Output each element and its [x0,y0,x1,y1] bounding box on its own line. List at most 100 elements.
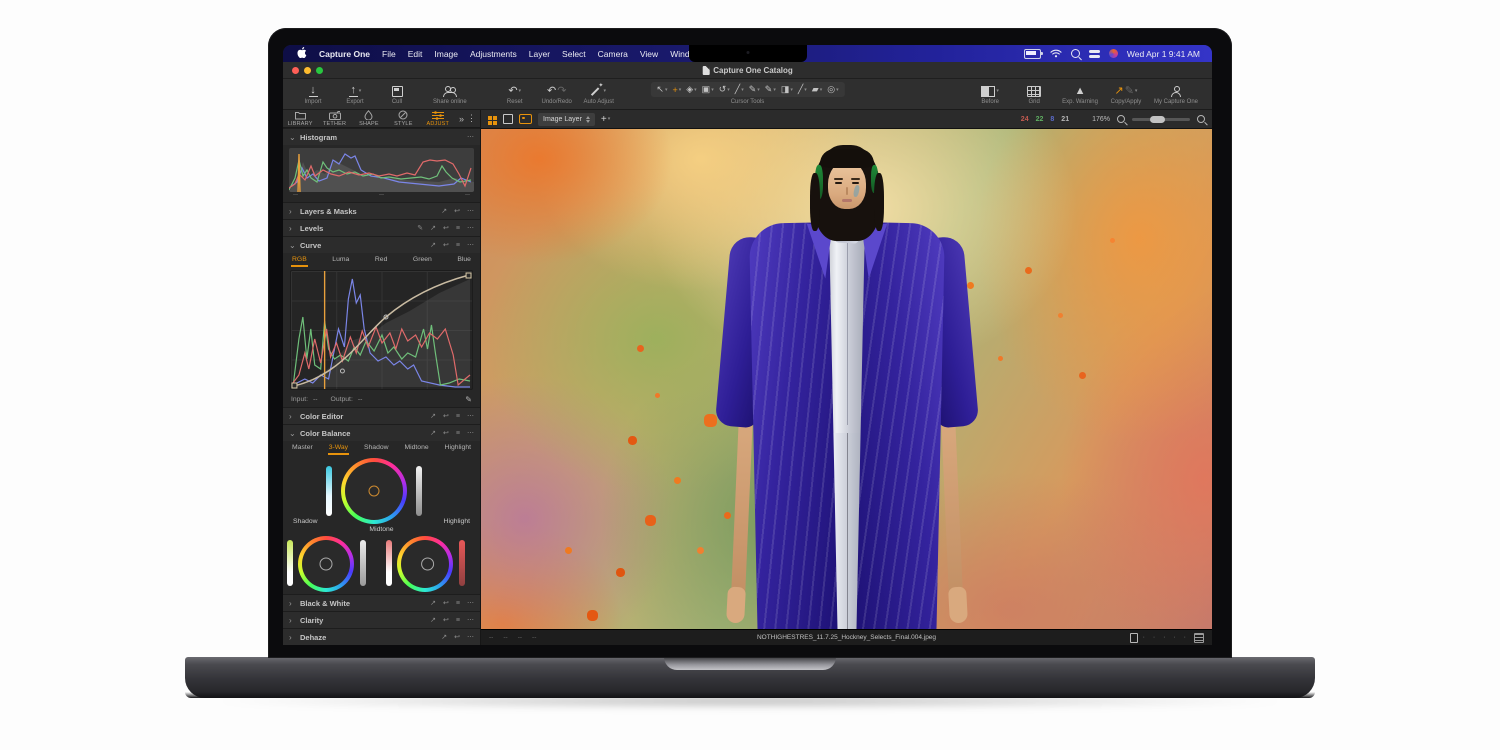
zoom-slider-thumb[interactable] [1150,116,1165,123]
control-center-icon[interactable] [1089,50,1100,58]
minimize-button[interactable] [304,67,311,74]
panel-header-color-editor[interactable]: › Color Editor ↗ ↩ ≡ ⋯ [283,407,480,424]
tab-adjust[interactable]: ADJUST [421,110,455,127]
preset-icon[interactable]: ≡ [456,617,460,624]
tool-rotate[interactable]: ↺▾ [718,83,731,96]
tab-library[interactable]: LIBRARY [283,110,317,127]
copy-icon[interactable]: ↗ [430,241,436,249]
add-layer-button[interactable]: +▾ [601,114,610,125]
tool-picker[interactable]: ✎▾ [748,83,761,96]
multi-view-icon[interactable] [488,116,492,120]
panel-header-clarity[interactable]: › Clarity ↗ ↩ ≡ ⋯ [283,611,480,628]
undo-redo-button[interactable]: ↶↷ Undo/Redo [537,79,577,109]
zoom-in-icon[interactable] [1197,115,1205,123]
grid-button[interactable]: Grid [1014,79,1054,109]
reset-icon[interactable]: ↩ [443,224,449,232]
apple-menu[interactable] [291,47,313,60]
exposure-warning-button[interactable]: ▲ Exp. Warning [1058,79,1102,109]
copy-icon[interactable]: ↗ [430,616,436,624]
menu-item-layer[interactable]: Layer [523,49,556,59]
tool-straighten[interactable]: ╱▾ [734,83,745,96]
reset-icon[interactable]: ↩ [443,616,449,624]
shadow-lightness-slider[interactable] [360,540,366,586]
panel-header-curve[interactable]: ⌄ Curve ↗ ↩ ≡ ⋯ [283,236,480,253]
copy-icon[interactable]: ↗ [430,429,436,437]
copy-icon[interactable]: ↗ [441,207,447,215]
tool-adjust[interactable]: ◈▾ [685,83,697,96]
spotlight-icon[interactable] [1071,49,1080,58]
menu-item-camera[interactable]: Camera [592,49,634,59]
more-icon[interactable]: ⋯ [467,616,474,624]
tab-style[interactable]: STYLE [386,110,420,127]
highlight-wheel-marker[interactable] [421,558,434,571]
shadow-wheel-marker[interactable] [320,558,333,571]
pager-dots[interactable]: · · · · · [1143,634,1189,641]
more-icon[interactable]: ⋯ [467,599,474,607]
reset-button[interactable]: ↶▾ Reset [495,79,535,109]
copy-apply-button[interactable]: ↗✎▾ Copy/Apply [1106,79,1146,109]
panel-header-color-balance[interactable]: ⌄ Color Balance ↗ ↩ ≡ ⋯ [283,424,480,441]
tool-gradient[interactable]: ▰▾ [811,83,823,96]
highlight-lightness-slider[interactable] [459,540,465,586]
menu-item-image[interactable]: Image [428,49,464,59]
wifi-icon[interactable] [1050,49,1062,58]
curve-tab-green[interactable]: Green [412,254,433,267]
edit-icon[interactable]: ✎ [417,224,423,232]
midtone-lightness-slider[interactable] [416,466,422,516]
before-button[interactable]: ▾ Before [970,79,1010,109]
photo-canvas[interactable] [481,129,1212,629]
panel-header-levels[interactable]: › Levels ✎ ↗ ↩ ≡ ⋯ [283,219,480,236]
reset-icon[interactable]: ↩ [454,633,460,641]
more-icon[interactable]: ⋯ [467,633,474,641]
preset-icon[interactable]: ≡ [456,242,460,249]
menu-clock[interactable]: Wed Apr 1 9:41 AM [1127,49,1200,59]
siri-icon[interactable] [1109,49,1118,58]
tool-crop[interactable]: ▣▾ [701,83,715,96]
shadow-saturation-slider[interactable] [287,540,293,586]
filmstrip-icon[interactable] [1194,633,1204,643]
cb-tab-highlight[interactable]: Highlight [444,442,472,455]
midtone-color-wheel[interactable] [341,458,407,524]
more-icon[interactable]: ⋯ [467,241,474,249]
more-icon[interactable]: ⋯ [467,207,474,215]
panel-header-histogram[interactable]: ⌄ Histogram ⋯ [283,128,480,145]
cb-tab-3way[interactable]: 3-Way [328,442,349,455]
zoom-slider[interactable] [1132,118,1190,121]
curve-graph[interactable] [290,270,473,390]
layer-stepper-icon[interactable] [586,116,590,123]
reset-icon[interactable]: ↩ [443,412,449,420]
zoom-button[interactable] [316,67,323,74]
thumbnail-toggle-icon[interactable] [1130,633,1138,643]
cb-tab-shadow[interactable]: Shadow [363,442,390,455]
copy-icon[interactable]: ↗ [441,633,447,641]
menu-item-app[interactable]: Capture One [313,49,376,59]
curve-picker-icon[interactable]: ✎ [465,395,472,404]
curve-tab-red[interactable]: Red [374,254,388,267]
highlight-color-wheel[interactable] [397,536,453,592]
copy-icon[interactable]: ↗ [430,224,436,232]
more-icon[interactable]: ⋯ [467,429,474,437]
reset-icon[interactable]: ↩ [443,599,449,607]
menu-item-edit[interactable]: Edit [402,49,429,59]
reset-icon[interactable]: ↩ [454,207,460,215]
menu-item-adjustments[interactable]: Adjustments [464,49,523,59]
export-button[interactable]: ↑▾ Export [335,79,375,109]
curve-tab-rgb[interactable]: RGB [291,254,308,267]
tool-heal[interactable]: ◎▾ [826,83,839,96]
shadow-color-wheel[interactable] [298,536,354,592]
expand-tabs-icon[interactable]: » [459,114,464,124]
preset-icon[interactable]: ≡ [456,600,460,607]
more-icon[interactable]: ⋯ [467,133,474,141]
highlight-saturation-slider[interactable] [386,540,392,586]
preset-icon[interactable]: ≡ [456,225,460,232]
tool-select[interactable]: ↖▾ [655,83,668,96]
panel-header-black-white[interactable]: › Black & White ↗ ↩ ≡ ⋯ [283,594,480,611]
menu-item-view[interactable]: View [634,49,664,59]
battery-icon[interactable] [1024,49,1041,59]
my-capture-one-button[interactable]: My Capture One [1150,79,1202,109]
midtone-wheel-marker[interactable] [369,486,380,497]
more-icon[interactable]: ⋯ [467,224,474,232]
cull-button[interactable]: Cull [377,79,417,109]
tab-shape[interactable]: SHAPE [352,110,386,127]
zoom-out-icon[interactable] [1117,115,1125,123]
